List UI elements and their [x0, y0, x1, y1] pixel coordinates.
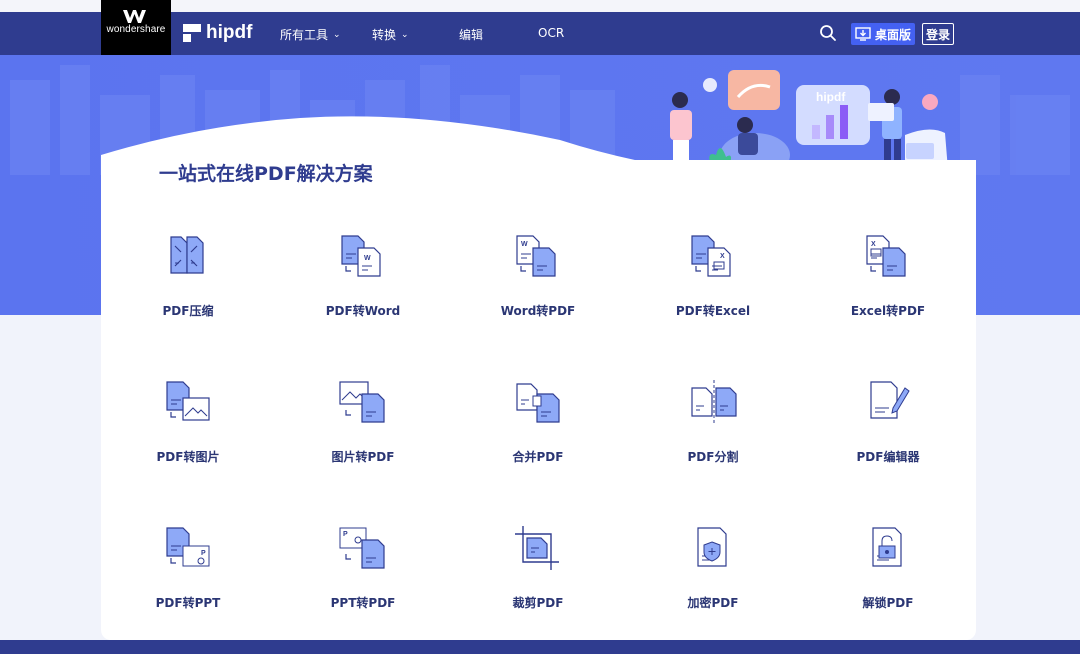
- tool-label: Excel转PDF: [850, 304, 926, 318]
- svg-text:X: X: [871, 241, 876, 248]
- nav-ocr[interactable]: OCR: [538, 26, 564, 40]
- page-title: 一站式在线PDF解决方案: [159, 163, 373, 185]
- brand-name: hipdf: [206, 22, 253, 43]
- tool-label: 加密PDF: [687, 596, 739, 610]
- tool-label: 合并PDF: [512, 450, 564, 464]
- tool-label: PDF转PPT: [155, 596, 221, 610]
- tool-ppt-to-pdf[interactable]: P PPT转PDF: [283, 524, 443, 624]
- search-icon[interactable]: [819, 24, 837, 42]
- chevron-down-icon: ⌄: [401, 29, 409, 40]
- pdf-to-ppt-icon: P: [166, 527, 210, 567]
- svg-text:X: X: [720, 253, 725, 260]
- chevron-down-icon: ⌄: [333, 29, 341, 40]
- tool-label: Word转PDF: [500, 304, 576, 318]
- svg-text:W: W: [521, 241, 528, 248]
- protect-pdf-icon: [697, 527, 727, 567]
- word-to-pdf-icon: W: [516, 235, 556, 277]
- tool-protect-pdf[interactable]: 加密PDF: [633, 524, 793, 624]
- tool-pdf-to-excel[interactable]: X PDF转Excel: [633, 232, 793, 332]
- svg-text:P: P: [343, 531, 348, 538]
- wondershare-logo[interactable]: wondershare: [101, 0, 171, 55]
- tool-pdf-to-ppt[interactable]: P PDF转PPT: [108, 524, 268, 624]
- pdf-to-excel-icon: X: [691, 235, 731, 277]
- svg-text:P: P: [201, 550, 206, 557]
- tool-label: PDF压缩: [162, 304, 214, 318]
- excel-to-pdf-icon: X: [866, 235, 906, 277]
- login-button[interactable]: 登录: [922, 23, 954, 45]
- nav-edit-label: 编辑: [459, 28, 484, 42]
- tool-split-pdf[interactable]: PDF分割: [633, 378, 793, 478]
- nav-all-tools-label: 所有工具: [280, 28, 329, 42]
- split-pdf-icon: [691, 380, 737, 424]
- wondershare-logo-icon: [123, 10, 146, 23]
- tool-merge-pdf[interactable]: 合并PDF: [458, 378, 618, 478]
- crop-pdf-icon: [515, 526, 559, 570]
- hipdf-logo[interactable]: hipdf: [183, 22, 252, 44]
- nav-convert[interactable]: 转换 ⌄: [372, 26, 409, 43]
- tool-label: PDF转Word: [325, 304, 401, 318]
- pdf-to-image-icon: [166, 381, 210, 421]
- tool-label: 解锁PDF: [862, 596, 914, 610]
- pdf-to-word-icon: W: [341, 235, 381, 277]
- tool-label: PPT转PDF: [330, 596, 396, 610]
- hipdf-logo-icon: [183, 24, 201, 42]
- nav-convert-label: 转换: [372, 28, 397, 42]
- pdf-editor-icon: [870, 381, 910, 419]
- image-to-pdf-icon: [339, 381, 385, 423]
- unlock-pdf-icon: [872, 527, 902, 567]
- tool-label: PDF转Excel: [675, 304, 751, 318]
- download-icon: [855, 27, 871, 41]
- tool-word-to-pdf[interactable]: W Word转PDF: [458, 232, 618, 332]
- nav-all-tools[interactable]: 所有工具 ⌄: [280, 26, 341, 43]
- nav-ocr-label: OCR: [538, 26, 565, 40]
- tool-unlock-pdf[interactable]: 解锁PDF: [808, 524, 968, 624]
- tool-label: PDF分割: [687, 450, 739, 464]
- tool-label: PDF编辑器: [856, 450, 920, 464]
- tool-compress-pdf[interactable]: PDF压缩: [108, 232, 268, 332]
- footer-band: [0, 640, 1080, 654]
- svg-text:W: W: [364, 255, 371, 262]
- tool-label: 图片转PDF: [331, 450, 395, 464]
- merge-pdf-icon: [516, 383, 560, 423]
- tool-pdf-editor[interactable]: PDF编辑器: [808, 378, 968, 478]
- ppt-to-pdf-icon: P: [339, 527, 385, 569]
- tool-label: PDF转图片: [156, 450, 220, 464]
- tool-pdf-to-image[interactable]: PDF转图片: [108, 378, 268, 478]
- wondershare-wordmark: wondershare: [106, 24, 166, 35]
- tool-image-to-pdf[interactable]: 图片转PDF: [283, 378, 443, 478]
- desktop-version-button[interactable]: 桌面版: [851, 23, 915, 45]
- tool-pdf-to-word[interactable]: W PDF转Word: [283, 232, 443, 332]
- tool-label: 裁剪PDF: [512, 596, 564, 610]
- tool-crop-pdf[interactable]: 裁剪PDF: [458, 524, 618, 624]
- tool-excel-to-pdf[interactable]: X Excel转PDF: [808, 232, 968, 332]
- desktop-version-label: 桌面版: [874, 27, 911, 42]
- compress-pdf-icon: [170, 236, 204, 274]
- nav-edit[interactable]: 编辑: [459, 26, 483, 43]
